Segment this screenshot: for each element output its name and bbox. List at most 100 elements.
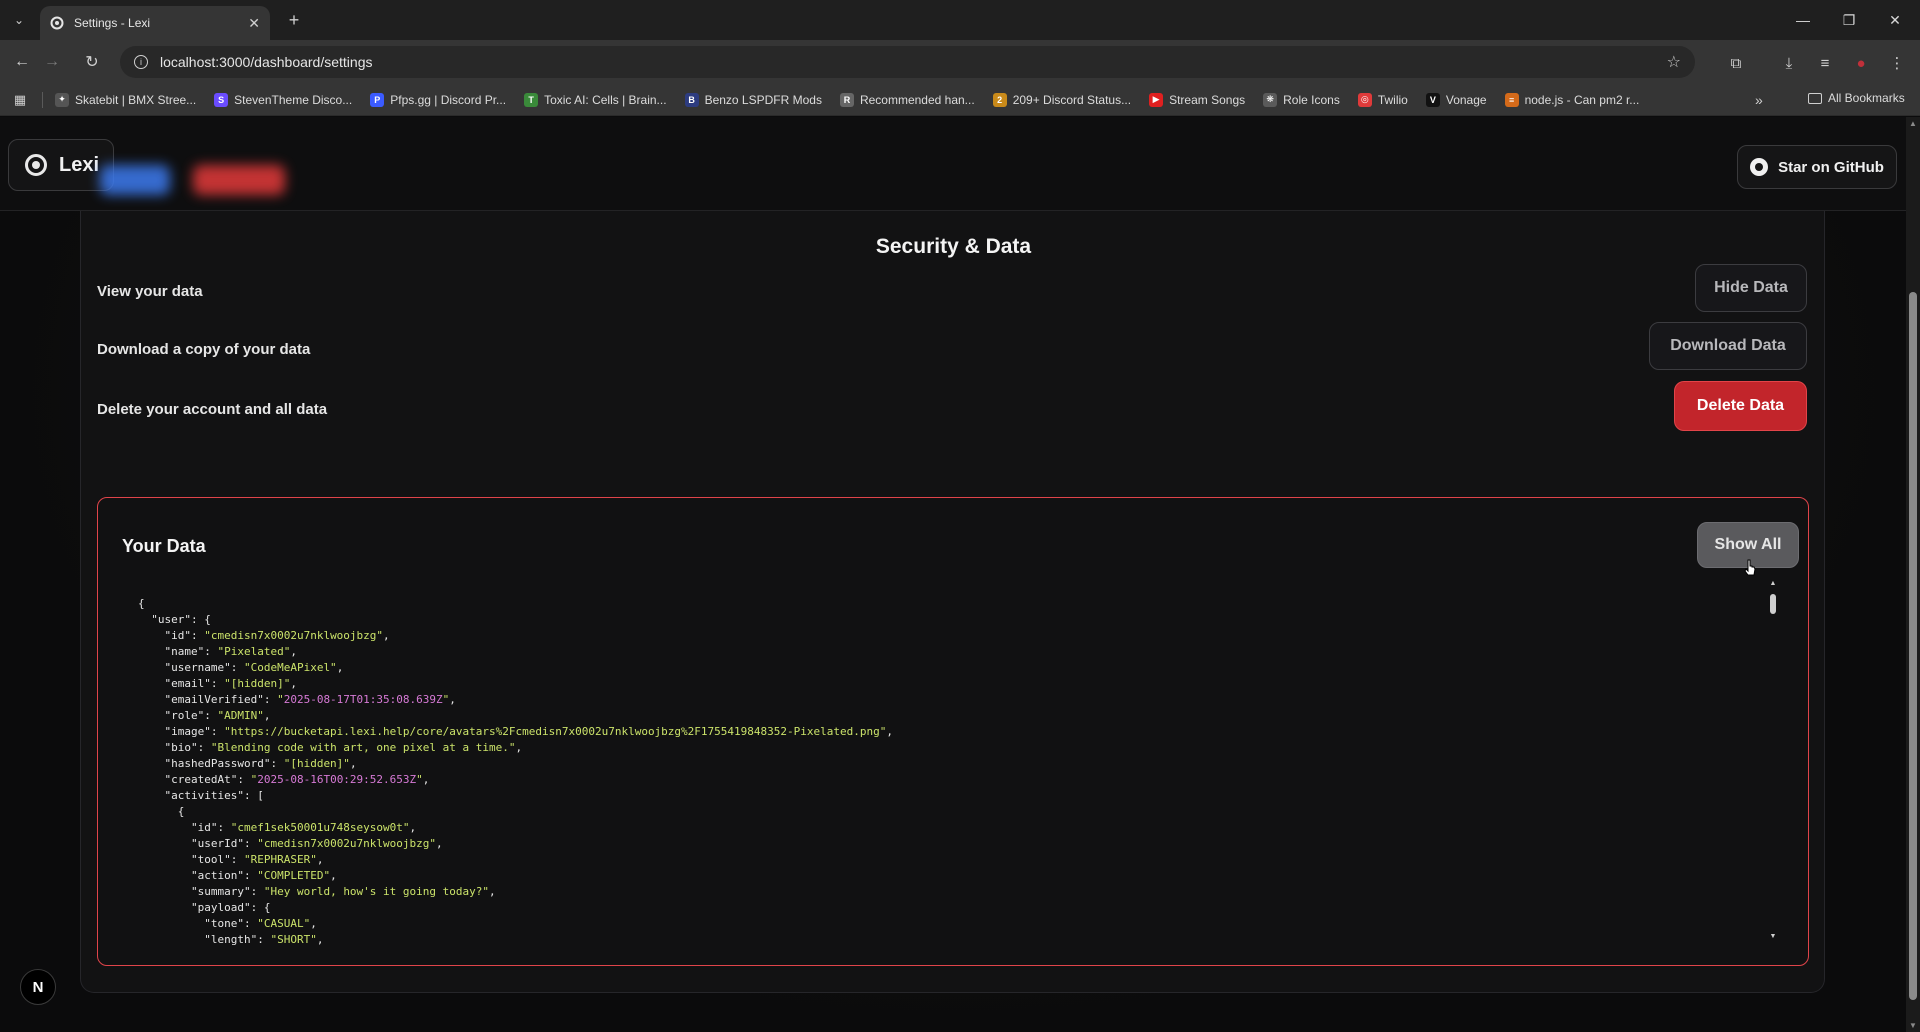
json-token: ,: [422, 773, 430, 786]
json-token: ": [416, 773, 423, 786]
minimize-icon[interactable]: —: [1780, 0, 1826, 40]
extensions-icon[interactable]: ⧉: [1725, 52, 1747, 74]
tab-search-icon[interactable]: ⌄: [8, 9, 30, 31]
blurred-nav-button[interactable]: [100, 165, 170, 195]
blurred-nav-button-red[interactable]: [193, 165, 285, 195]
json-data-viewer[interactable]: { "user": { "id": "cmedisn7x0002u7nklwoo…: [138, 596, 1738, 946]
bookmark-favicon-icon: ▶: [1149, 92, 1164, 107]
page-scroll-thumb[interactable]: [1909, 292, 1917, 1000]
bookmark-item[interactable]: P Pfps.gg | Discord Pr...: [370, 92, 507, 107]
bookmark-item[interactable]: S StevenTheme Disco...: [214, 92, 353, 107]
bookmark-favicon-icon: T: [524, 92, 539, 107]
json-line: "username": "CodeMeAPixel",: [138, 660, 1738, 676]
json-token: "CASUAL": [257, 917, 311, 930]
bookmark-item[interactable]: ❋ Role Icons: [1263, 92, 1340, 107]
scroll-up-arrow-icon[interactable]: ▲: [1768, 580, 1778, 587]
json-token: "image":: [138, 725, 225, 738]
hide-data-button[interactable]: Hide Data: [1695, 264, 1807, 312]
bookmark-label: 209+ Discord Status...: [1012, 92, 1132, 107]
json-line: "tone": "CASUAL",: [138, 916, 1738, 932]
bookmarks-bar: ▦ ✦ Skatebit | BMX Stree... S StevenTheme D…: [0, 84, 1920, 116]
page-scroll-up-icon[interactable]: ▲: [1909, 119, 1917, 128]
bookmark-label: Pfps.gg | Discord Pr...: [390, 92, 507, 107]
tab-close-icon[interactable]: ✕: [248, 15, 260, 32]
bookmark-label: Recommended han...: [859, 92, 975, 107]
json-token: "userId":: [138, 837, 258, 850]
forward-icon[interactable]: →: [40, 50, 64, 74]
your-data-title: Your Data: [122, 536, 206, 556]
browser-tab-settings[interactable]: Settings - Lexi ✕: [40, 6, 270, 40]
json-token: "hashedPassword":: [138, 757, 284, 770]
bookmark-item[interactable]: 2 209+ Discord Status...: [992, 92, 1132, 107]
download-data-button[interactable]: Download Data: [1649, 322, 1807, 370]
json-token: 2025-08-16T00:29:52.653Z: [257, 773, 417, 786]
json-line: "name": "Pixelated",: [138, 644, 1738, 660]
json-token: "Blending code with art, one pixel at a …: [210, 741, 516, 754]
page-scroll-down-icon[interactable]: ▼: [1909, 1021, 1917, 1030]
json-token: ,: [290, 645, 297, 658]
json-line: "createdAt": "2025-08-16T00:29:52.653Z",: [138, 772, 1738, 788]
json-line: "tool": "REPHRASER",: [138, 852, 1738, 868]
delete-data-button[interactable]: Delete Data: [1674, 381, 1807, 431]
json-token: "username":: [138, 661, 244, 674]
json-scrollbar[interactable]: ▲ ▼: [1768, 580, 1778, 940]
json-token: "bio":: [138, 741, 211, 754]
brand-logo-button[interactable]: Lexi: [8, 139, 114, 191]
json-token: "activities": [: [138, 789, 264, 802]
lexi-favicon-icon: [50, 16, 64, 30]
scroll-down-arrow-icon[interactable]: ▼: [1768, 933, 1778, 940]
json-line: "userId": "cmedisn7x0002u7nklwoojbzg",: [138, 836, 1738, 852]
json-token: ,: [436, 837, 443, 850]
reload-icon[interactable]: ↻: [80, 50, 104, 74]
bookmark-item[interactable]: V Vonage: [1425, 92, 1487, 107]
bookmark-favicon-icon: P: [370, 92, 385, 107]
restore-icon[interactable]: ❐: [1826, 0, 1872, 40]
bookmark-item[interactable]: B Benzo LSPDFR Mods: [684, 92, 822, 107]
all-bookmarks-button[interactable]: All Bookmarks: [1808, 91, 1905, 105]
json-token: "role":: [138, 709, 218, 722]
json-token: "Hey world, how's it going today?": [263, 885, 490, 898]
browser-menu-icon[interactable]: ⋮: [1886, 52, 1908, 74]
folder-icon: [1808, 92, 1822, 104]
json-line: "email": "[hidden]",: [138, 676, 1738, 692]
json-line: "id": "cmef1sek50001u748seysow0t",: [138, 820, 1738, 836]
json-line: {: [138, 596, 1738, 612]
json-scroll-thumb[interactable]: [1770, 594, 1776, 614]
new-tab-icon[interactable]: +: [282, 8, 306, 32]
bookmark-label: StevenTheme Disco...: [234, 92, 353, 107]
nextjs-dev-badge[interactable]: N: [20, 969, 56, 1005]
bookmark-item[interactable]: R Recommended han...: [839, 92, 975, 107]
back-icon[interactable]: ←: [10, 50, 34, 74]
bookmark-favicon-icon: R: [839, 92, 854, 107]
bookmark-label: Vonage: [1445, 92, 1487, 107]
more-bookmarks-icon[interactable]: »: [1755, 92, 1763, 108]
media-controls-icon[interactable]: ≡: [1814, 52, 1836, 74]
bookmark-item[interactable]: ▶ Stream Songs: [1149, 92, 1245, 107]
bookmark-favicon-icon: 2: [992, 92, 1007, 107]
json-token: "summary":: [138, 885, 264, 898]
json-line: "action": "COMPLETED",: [138, 868, 1738, 884]
json-token: 2025-08-17T01:35:08.639Z: [283, 693, 443, 706]
json-token: "action":: [138, 869, 258, 882]
github-button-label: Star on GitHub: [1778, 158, 1884, 176]
json-line: "length": "SHORT",: [138, 932, 1738, 946]
bookmark-item[interactable]: ≡ node.js - Can pm2 r...: [1504, 92, 1639, 107]
downloads-icon[interactable]: ⤓: [1778, 52, 1800, 74]
apps-grid-icon[interactable]: ▦: [12, 92, 28, 108]
window-close-icon[interactable]: ✕: [1872, 0, 1918, 40]
profile-avatar-icon[interactable]: ●: [1850, 52, 1872, 74]
json-line: "bio": "Blending code with art, one pixe…: [138, 740, 1738, 756]
site-info-icon[interactable]: i: [134, 55, 148, 69]
bookmark-item[interactable]: ✦ Skatebit | BMX Stree...: [55, 92, 196, 107]
address-url[interactable]: localhost:3000/dashboard/settings: [160, 54, 1667, 70]
section-title: Security & Data: [875, 235, 1032, 258]
bookmark-item[interactable]: T Toxic AI: Cells | Brain...: [524, 92, 667, 107]
json-line: "payload": {: [138, 900, 1738, 916]
json-token: "id":: [138, 629, 205, 642]
star-on-github-button[interactable]: Star on GitHub: [1737, 145, 1897, 189]
address-bar[interactable]: i localhost:3000/dashboard/settings ☆: [120, 46, 1695, 78]
bookmark-star-icon[interactable]: ☆: [1667, 52, 1681, 72]
page-scrollbar[interactable]: ▲ ▼: [1906, 117, 1920, 1032]
json-token: "tone":: [138, 917, 258, 930]
bookmark-item[interactable]: ◎ Twilio: [1357, 92, 1408, 107]
